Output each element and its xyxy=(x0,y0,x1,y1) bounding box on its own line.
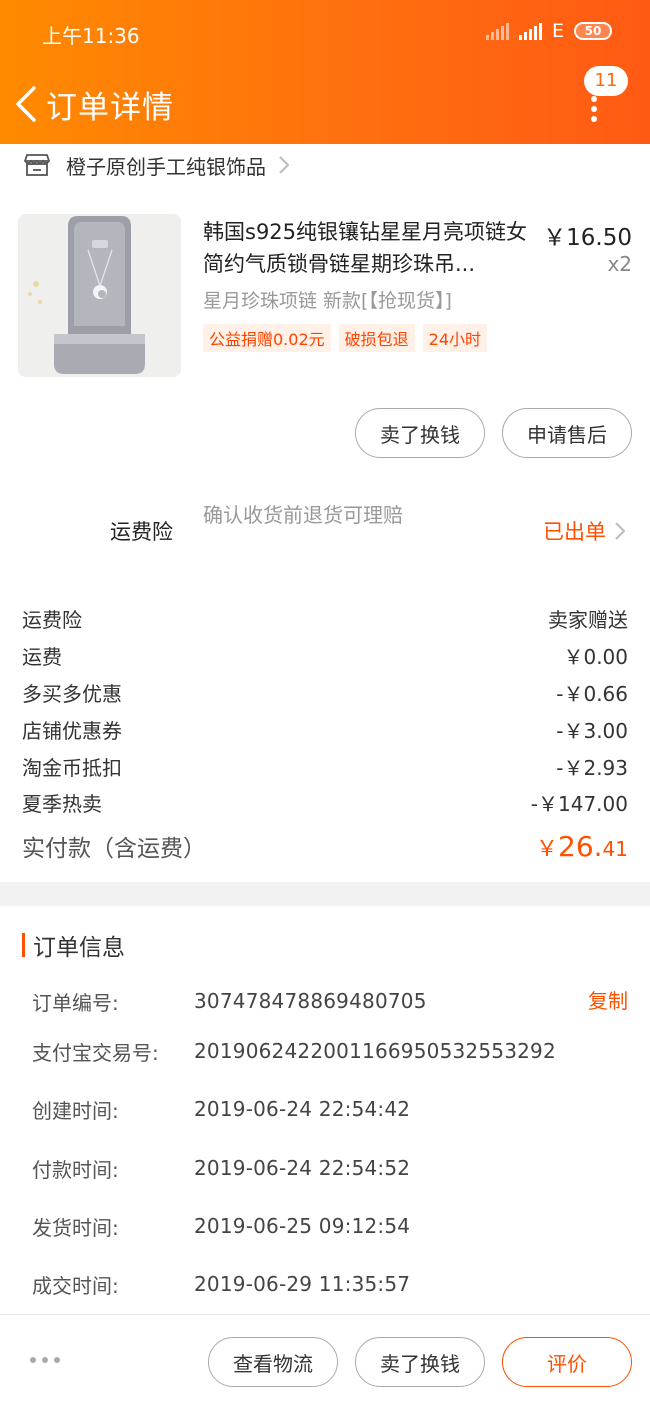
fee-value: -￥0.66 xyxy=(556,681,628,706)
info-value: 2019-06-25 09:12:54 xyxy=(194,1214,411,1238)
after-sale-button[interactable]: 申请售后 xyxy=(502,408,632,458)
nav-bar: 订单详情 11 xyxy=(0,62,650,144)
shipping-insurance-label: 运费险 xyxy=(110,520,173,544)
order-info-row: 付款时间: 2019-06-24 22:54:52 xyxy=(32,1151,628,1185)
order-info-row: 订单编号: 307478478869480705 xyxy=(32,984,628,1018)
fee-row: 运费 ￥0.00 xyxy=(22,639,628,671)
battery-icon: 50 xyxy=(574,22,612,40)
header: 上午11:36 E 50 订单详情 11 xyxy=(0,0,650,144)
fee-row: 多买多优惠 -￥0.66 xyxy=(22,676,628,708)
total-label: 实付款（含运费） xyxy=(22,836,206,862)
more-horizontal-icon[interactable] xyxy=(30,1357,60,1363)
status-icons: E 50 xyxy=(485,20,612,42)
fee-label: 运费 xyxy=(22,644,62,669)
signal-icon-secondary xyxy=(485,22,509,40)
fee-row: 夏季热卖 -￥147.00 xyxy=(22,786,628,818)
product-sku: 星月珍珠项链 新款[【抢现货】] xyxy=(203,290,452,312)
info-value: 2019-06-29 11:35:57 xyxy=(194,1272,411,1296)
info-key: 成交时间: xyxy=(32,1273,119,1298)
fee-value: -￥2.93 xyxy=(556,755,628,780)
sell-for-cash-button[interactable]: 卖了换钱 xyxy=(355,408,485,458)
product-price: ￥16.50 xyxy=(543,225,632,251)
tag-24h: 24小时 xyxy=(422,324,488,352)
insurance-status: 已出单 xyxy=(543,520,606,544)
fee-row: 淘金币抵扣 -￥2.93 xyxy=(22,750,628,782)
more-vertical-icon xyxy=(590,96,598,126)
sell-for-cash-button-bottom[interactable]: 卖了换钱 xyxy=(355,1337,485,1387)
tag-damage-return: 破损包退 xyxy=(338,324,415,352)
product-title: 韩国s925纯银镶钻星星月亮项链女简约气质锁骨链星期珍珠吊... xyxy=(203,220,528,276)
network-type: E xyxy=(551,20,564,42)
message-count-badge: 11 xyxy=(584,66,628,96)
order-info-row: 成交时间: 2019-06-29 11:35:57 xyxy=(32,1267,628,1301)
total-currency: ￥ xyxy=(536,836,559,862)
chevron-right-icon xyxy=(615,522,626,540)
product-thumbnail xyxy=(18,214,181,377)
signal-icon xyxy=(518,22,542,40)
shop-name: 橙子原创手工纯银饰品 xyxy=(66,154,266,179)
product-item[interactable]: 韩国s925纯银镶钻星星月亮项链女简约气质锁骨链星期珍珠吊... ￥16.50 … xyxy=(18,214,638,384)
product-quantity: x2 xyxy=(607,252,632,276)
total-decimal: 41 xyxy=(602,836,628,861)
fee-value: 卖家赠送 xyxy=(548,607,628,632)
order-info-row: 创建时间: 2019-06-24 22:54:42 xyxy=(32,1092,628,1126)
status-bar: 上午11:36 E 50 xyxy=(0,0,650,62)
total-integer: 26. xyxy=(558,829,603,863)
info-value: 307478478869480705 xyxy=(194,989,427,1013)
shop-row[interactable]: 橙子原创手工纯银饰品 xyxy=(0,144,650,186)
fee-label: 运费险 xyxy=(22,607,82,632)
shipping-insurance-desc: 确认收货前退货可理赔 xyxy=(203,503,403,527)
chevron-right-icon xyxy=(279,156,290,174)
fee-label: 多买多优惠 xyxy=(22,681,122,706)
order-info-row: 发货时间: 2019-06-25 09:12:54 xyxy=(32,1209,628,1243)
order-info-header: 订单信息 xyxy=(22,930,125,961)
order-info-row: 支付宝交易号: 2019062422001166950532553292 xyxy=(32,1034,628,1068)
info-key: 订单编号: xyxy=(32,990,119,1015)
section-divider xyxy=(0,882,650,906)
store-icon xyxy=(24,154,50,176)
info-key: 创建时间: xyxy=(32,1098,119,1123)
fee-value: ￥0.00 xyxy=(563,644,628,669)
accent-bar xyxy=(22,933,25,957)
fee-label: 淘金币抵扣 xyxy=(22,755,122,780)
total-amount: ￥26.41 xyxy=(536,830,628,863)
insurance-status-link[interactable]: 已出单 xyxy=(543,516,626,546)
fee-value: -￥3.00 xyxy=(556,718,628,743)
page-title: 订单详情 xyxy=(46,90,174,126)
review-button[interactable]: 评价 xyxy=(502,1337,632,1387)
more-menu-button[interactable]: 11 xyxy=(556,62,636,122)
info-value: 2019-06-24 22:54:42 xyxy=(194,1097,411,1121)
status-time: 上午11:36 xyxy=(42,24,140,48)
view-logistics-button[interactable]: 查看物流 xyxy=(208,1337,338,1387)
product-tags: 公益捐赠0.02元 破损包退 24小时 xyxy=(203,324,488,352)
tag-charity: 公益捐赠0.02元 xyxy=(203,324,331,352)
fee-label: 店铺优惠券 xyxy=(22,718,122,743)
fee-value: -￥147.00 xyxy=(530,791,628,816)
info-key: 发货时间: xyxy=(32,1215,119,1240)
copy-order-number-button[interactable]: 复制 xyxy=(588,985,628,1014)
bottom-action-bar: 查看物流 卖了换钱 评价 xyxy=(0,1314,650,1408)
info-key: 付款时间: xyxy=(32,1157,119,1182)
info-value: 2019062422001166950532553292 xyxy=(194,1039,556,1063)
info-key: 支付宝交易号: xyxy=(32,1040,159,1065)
fee-label: 夏季热卖 xyxy=(22,791,102,816)
total-paid-row: 实付款（含运费） ￥26.41 xyxy=(22,826,628,866)
back-arrow-icon[interactable] xyxy=(12,84,42,124)
fee-row: 店铺优惠券 -￥3.00 xyxy=(22,713,628,745)
order-info-title: 订单信息 xyxy=(33,935,125,961)
fee-row: 运费险 卖家赠送 xyxy=(22,602,628,634)
info-value: 2019-06-24 22:54:52 xyxy=(194,1156,411,1180)
